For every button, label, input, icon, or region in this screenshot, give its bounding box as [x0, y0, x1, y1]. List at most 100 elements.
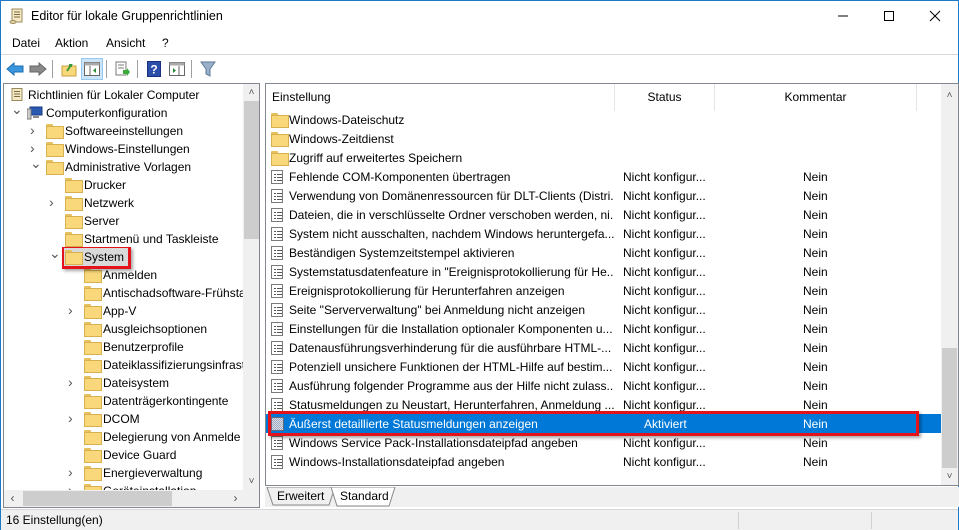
action-pane-icon	[169, 62, 185, 76]
menu-ansicht[interactable]: Ansicht	[106, 36, 145, 50]
column-header-kommentar[interactable]: Kommentar	[715, 84, 917, 111]
scroll-up-arrow[interactable]: ˄	[941, 87, 958, 104]
list-row[interactable]: Windows-Dateischutz	[266, 110, 941, 129]
tree-item[interactable]: Drucker	[4, 176, 243, 194]
list-vscroll-thumb[interactable]	[942, 348, 957, 468]
tree-item[interactable]: Richtlinien für Lokaler Computer	[4, 86, 243, 104]
tree-item[interactable]: Startmenü und Taskleiste	[4, 230, 243, 248]
chevron-right-icon[interactable]: ›	[68, 302, 78, 318]
folder-icon	[65, 250, 83, 265]
list-row[interactable]: System nicht ausschalten, nachdem Window…	[266, 224, 941, 243]
maximize-button[interactable]	[866, 1, 912, 31]
tree-item[interactable]: Ausgleichsoptionen	[4, 320, 243, 338]
policy-setting-icon	[271, 379, 283, 393]
tree-item[interactable]: Server	[4, 212, 243, 230]
tab-erweitert[interactable]: Erweitert	[269, 487, 332, 506]
tree-item-label: App-V	[103, 304, 137, 318]
tree-vscroll-thumb[interactable]	[244, 101, 259, 239]
forward-button[interactable]	[27, 58, 49, 80]
folder-icon	[84, 466, 102, 481]
up-one-level-button[interactable]	[58, 58, 80, 80]
list-row[interactable]: Verwendung von Domänenressourcen für DLT…	[266, 186, 941, 205]
policy-setting-icon	[271, 303, 283, 317]
tree-item[interactable]: Benutzerprofile	[4, 338, 243, 356]
chevron-right-icon[interactable]: ›	[49, 194, 59, 210]
list-row[interactable]: Datenausführungsverhinderung für die aus…	[266, 338, 941, 357]
tree-item[interactable]: Dateiklassifizierungsinfrast	[4, 356, 245, 374]
help-button[interactable]: ?	[143, 58, 165, 80]
setting-name: Windows Service Pack-Installationsdateip…	[289, 436, 578, 450]
tree-item[interactable]: › Netzwerk	[4, 194, 243, 212]
list-row[interactable]: Windows-Zeitdienst	[266, 129, 941, 148]
list-row[interactable]: Zugriff auf erweitertes Speichern	[266, 148, 941, 167]
show-hide-console-tree-button[interactable]	[81, 58, 103, 80]
tree-item-label: Ausgleichsoptionen	[103, 322, 208, 336]
tree-item[interactable]: Antischadsoftware-Frühsta	[4, 284, 246, 302]
tree-item[interactable]: › DCOM	[4, 410, 243, 428]
chevron-right-icon[interactable]: ›	[30, 140, 40, 156]
minimize-button[interactable]	[820, 1, 866, 31]
list-row[interactable]: Systemstatusdatenfeature in "Ereignispro…	[266, 262, 941, 281]
scroll-up-arrow[interactable]: ˄	[243, 84, 259, 101]
scroll-down-arrow[interactable]: ˅	[941, 468, 958, 485]
column-header-einstellung[interactable]: Einstellung	[266, 84, 615, 111]
chevron-down-icon[interactable]: ⌄	[11, 101, 23, 117]
tree-item[interactable]: › Softwareeinstellungen	[4, 122, 243, 140]
setting-status: Nicht konfigur...	[623, 227, 706, 241]
tree-vertical-scrollbar[interactable]: ˄ ˅	[243, 84, 259, 490]
tree-item[interactable]: ⌄ Computerkonfiguration	[4, 101, 243, 122]
back-button[interactable]	[4, 58, 26, 80]
list-row[interactable]: Fehlende COM-Komponenten übertragen Nicht…	[266, 167, 941, 186]
tree-item[interactable]: › App-V	[4, 302, 243, 320]
menu-help[interactable]: ?	[162, 36, 169, 50]
tree-item[interactable]: ⌄ Administrative Vorlagen	[4, 155, 243, 176]
setting-status: Nicht konfigur...	[623, 379, 706, 393]
setting-name: Verwendung von Domänenressourcen für DLT…	[289, 189, 614, 203]
menu-aktion[interactable]: Aktion	[55, 36, 88, 50]
chevron-right-icon[interactable]: ›	[68, 374, 78, 390]
tree-item[interactable]: ⌄ System	[4, 245, 243, 266]
scroll-left-arrow[interactable]: ‹	[4, 490, 21, 507]
tree-item-label: Anmelden	[103, 268, 158, 282]
folder-icon	[84, 322, 102, 337]
list-row[interactable]: Windows-Installationsdateipfad angeben Ni…	[266, 452, 941, 471]
setting-status: Nicht konfigur...	[623, 360, 706, 374]
tab-standard[interactable]: Standard	[332, 487, 397, 506]
tree-item[interactable]: Datenträgerkontingente	[4, 392, 243, 410]
policy-setting-icon	[271, 322, 283, 336]
list-row[interactable]: Dateien, die in verschlüsselte Ordner ve…	[266, 205, 941, 224]
scroll-down-arrow[interactable]: ˅	[243, 473, 259, 490]
filter-icon	[200, 61, 216, 77]
list-row[interactable]: Ereignisprotokollierung für Herunterfahr…	[266, 281, 941, 300]
console-tree[interactable]: Richtlinien für Lokaler Computer ⌄ Compute…	[3, 83, 260, 508]
close-button[interactable]	[912, 1, 958, 31]
setting-comment: Nein	[803, 303, 828, 317]
export-list-button[interactable]	[112, 58, 134, 80]
list-vertical-scrollbar[interactable]: ˄ ˅	[941, 84, 958, 485]
chevron-down-icon[interactable]: ⌄	[49, 245, 61, 261]
list-header: Einstellung Status Kommentar	[266, 84, 941, 111]
list-row[interactable]: Seite "Serververwaltung" bei Anmeldung n…	[266, 300, 941, 319]
tree-item[interactable]: Delegierung von Anmelde	[4, 428, 243, 446]
chevron-right-icon[interactable]: ›	[68, 410, 78, 426]
list-row[interactable]: Potenziell unsichere Funktionen der HTML…	[266, 357, 941, 376]
chevron-down-icon[interactable]: ⌄	[30, 155, 42, 171]
list-row[interactable]: Beständigen Systemzeitstempel aktivieren…	[266, 243, 941, 262]
scroll-right-arrow[interactable]: ›	[227, 490, 244, 507]
tree-hscroll-thumb[interactable]	[23, 491, 172, 506]
chevron-right-icon[interactable]: ›	[68, 464, 78, 480]
tree-item[interactable]: › Energieverwaltung	[4, 464, 243, 482]
tree-item-label: Richtlinien für Lokaler Computer	[28, 88, 200, 102]
setting-status: Nicht konfigur...	[623, 265, 706, 279]
chevron-right-icon[interactable]: ›	[30, 122, 40, 138]
folder-up-icon	[61, 64, 77, 77]
column-header-status[interactable]: Status	[615, 84, 715, 111]
menu-datei[interactable]: Datei	[12, 36, 40, 50]
tree-item[interactable]: › Dateisystem	[4, 374, 243, 392]
show-hide-action-pane-button[interactable]	[166, 58, 188, 80]
list-row[interactable]: Ausführung folgender Programme aus der H…	[266, 376, 941, 395]
tree-horizontal-scrollbar[interactable]: ‹ ›	[4, 490, 259, 507]
list-row[interactable]: Einstellungen für die Installation optio…	[266, 319, 941, 338]
filter-button[interactable]	[197, 58, 219, 80]
tree-item[interactable]: Device Guard	[4, 446, 243, 464]
